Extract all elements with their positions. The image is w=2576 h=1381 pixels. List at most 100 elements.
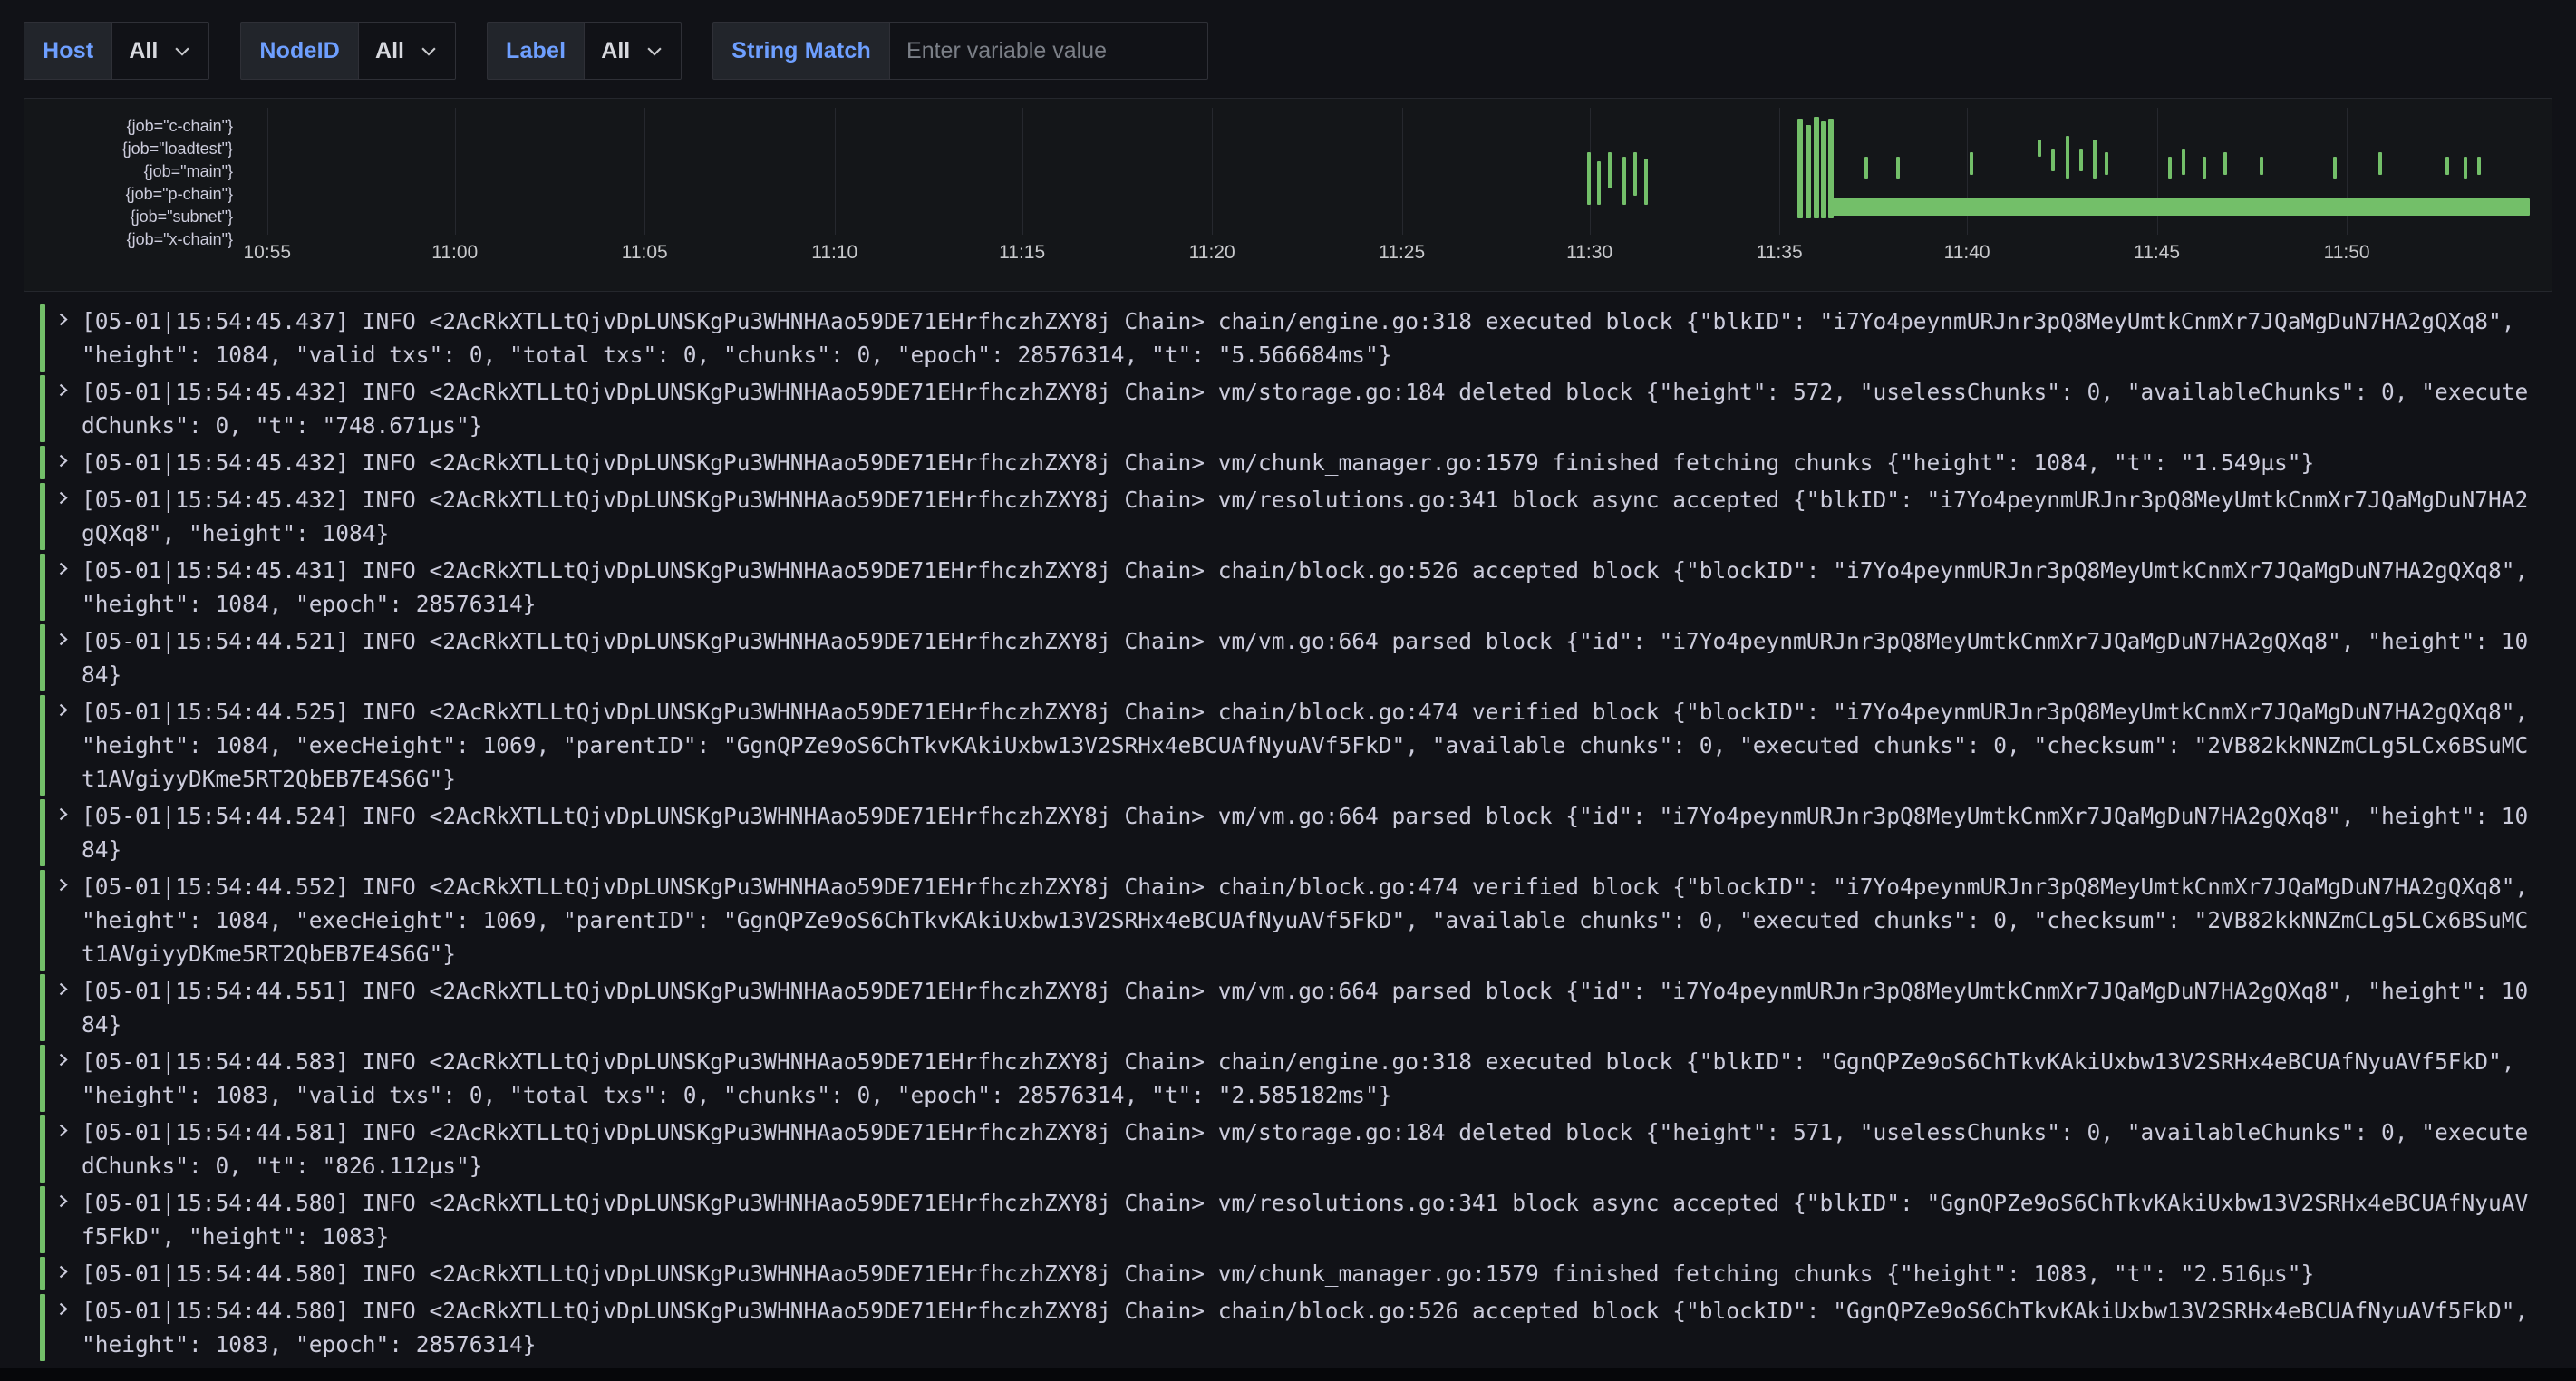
variable-host-select[interactable]: All <box>111 22 209 80</box>
log-row[interactable]: [05-01|15:54:44.580] INFO <2AcRkXTLLtQjv… <box>40 1257 2540 1290</box>
expand-chevron-icon[interactable] <box>54 1257 82 1290</box>
volume-bar <box>2105 152 2108 175</box>
expand-chevron-icon[interactable] <box>54 624 82 691</box>
expand-chevron-icon[interactable] <box>54 304 82 372</box>
legend-series-label[interactable]: {job="subnet"} <box>24 206 233 228</box>
expand-chevron-icon[interactable] <box>54 483 82 550</box>
log-level-indicator <box>40 375 45 442</box>
log-volume-plot[interactable] <box>242 113 2530 227</box>
volume-bar <box>1970 152 1973 175</box>
log-row[interactable]: [05-01|15:54:45.431] INFO <2AcRkXTLLtQjv… <box>40 554 2540 621</box>
log-level-indicator <box>40 1115 45 1183</box>
expand-chevron-icon[interactable] <box>54 695 82 796</box>
volume-bar <box>1587 152 1591 205</box>
volume-gridline <box>267 108 268 235</box>
chevron-down-icon <box>419 41 439 61</box>
legend-series-label[interactable]: {job="loadtest"} <box>24 138 233 160</box>
volume-gridline <box>1402 108 1403 235</box>
chevron-down-icon <box>644 41 664 61</box>
x-axis-tick-label: 11:25 <box>1379 242 1425 264</box>
volume-bar <box>1622 157 1626 205</box>
expand-chevron-icon[interactable] <box>54 1186 82 1253</box>
volume-x-axis: 10:5511:0011:0511:1011:1511:2011:2511:30… <box>242 242 2530 269</box>
volume-bar <box>2093 140 2097 179</box>
legend-series-label[interactable]: {job="main"} <box>24 160 233 183</box>
log-line-text: [05-01|15:54:45.432] INFO <2AcRkXTLLtQjv… <box>82 375 2540 442</box>
variable-host-value: All <box>129 38 158 64</box>
x-axis-tick-label: 11:10 <box>811 242 857 264</box>
expand-chevron-icon[interactable] <box>54 1115 82 1183</box>
volume-bar <box>1864 157 1868 179</box>
log-line-text: [05-01|15:54:44.580] INFO <2AcRkXTLLtQjv… <box>82 1257 2314 1290</box>
log-volume-panel: {job="c-chain"}{job="loadtest"}{job="mai… <box>24 98 2552 292</box>
log-row[interactable]: [05-01|15:54:45.432] INFO <2AcRkXTLLtQjv… <box>40 375 2540 442</box>
log-row[interactable]: [05-01|15:54:44.552] INFO <2AcRkXTLLtQjv… <box>40 870 2540 971</box>
log-row[interactable]: [05-01|15:54:45.432] INFO <2AcRkXTLLtQjv… <box>40 483 2540 550</box>
log-line-text: [05-01|15:54:44.552] INFO <2AcRkXTLLtQjv… <box>82 870 2540 971</box>
log-level-indicator <box>40 1294 45 1361</box>
variable-label-select[interactable]: All <box>584 22 682 80</box>
log-line-text: [05-01|15:54:44.580] INFO <2AcRkXTLLtQjv… <box>82 1294 2540 1361</box>
legend-series-label[interactable]: {job="x-chain"} <box>24 228 233 251</box>
log-row[interactable]: [05-01|15:54:44.524] INFO <2AcRkXTLLtQjv… <box>40 799 2540 866</box>
volume-bar <box>1814 117 1819 218</box>
variable-host: Host All <box>24 22 209 80</box>
chevron-down-icon <box>172 41 192 61</box>
log-row[interactable]: [05-01|15:54:44.581] INFO <2AcRkXTLLtQjv… <box>40 1115 2540 1183</box>
log-row[interactable]: [05-01|15:54:44.521] INFO <2AcRkXTLLtQjv… <box>40 624 2540 691</box>
log-row[interactable]: [05-01|15:54:44.525] INFO <2AcRkXTLLtQjv… <box>40 695 2540 796</box>
volume-bar <box>2464 157 2467 179</box>
volume-bar <box>1896 157 1900 179</box>
expand-chevron-icon[interactable] <box>54 870 82 971</box>
log-line-text: [05-01|15:54:44.525] INFO <2AcRkXTLLtQjv… <box>82 695 2540 796</box>
legend-series-label[interactable]: {job="p-chain"} <box>24 183 233 206</box>
expand-chevron-icon[interactable] <box>54 375 82 442</box>
volume-bar <box>2051 149 2055 171</box>
string-match-input[interactable] <box>889 22 1208 80</box>
log-row[interactable]: [05-01|15:54:44.551] INFO <2AcRkXTLLtQjv… <box>40 974 2540 1041</box>
volume-band <box>1828 198 2530 216</box>
bottom-scroll-track[interactable] <box>0 1368 2576 1381</box>
log-line-text: [05-01|15:54:45.437] INFO <2AcRkXTLLtQjv… <box>82 304 2540 372</box>
volume-bar <box>1644 159 1648 204</box>
expand-chevron-icon[interactable] <box>54 974 82 1041</box>
variable-nodeid-select[interactable]: All <box>358 22 456 80</box>
volume-gridline <box>1022 108 1023 235</box>
variable-nodeid-value: All <box>375 38 404 64</box>
log-level-indicator <box>40 624 45 691</box>
log-level-indicator <box>40 304 45 372</box>
variable-string-match: String Match <box>712 22 1208 80</box>
variable-string-match-label: String Match <box>712 22 889 80</box>
variable-nodeid-label: NodeID <box>240 22 358 80</box>
variable-nodeid: NodeID All <box>240 22 456 80</box>
volume-bar <box>1821 121 1826 218</box>
log-line-text: [05-01|15:54:44.581] INFO <2AcRkXTLLtQjv… <box>82 1115 2540 1183</box>
log-line-text: [05-01|15:54:44.580] INFO <2AcRkXTLLtQjv… <box>82 1186 2540 1253</box>
expand-chevron-icon[interactable] <box>54 1294 82 1361</box>
expand-chevron-icon[interactable] <box>54 799 82 866</box>
volume-bar <box>1597 161 1601 205</box>
log-line-text: [05-01|15:54:45.432] INFO <2AcRkXTLLtQjv… <box>82 483 2540 550</box>
volume-gridline <box>1779 108 1780 235</box>
x-axis-tick-label: 11:20 <box>1189 242 1235 264</box>
volume-gridline <box>644 108 645 235</box>
expand-chevron-icon[interactable] <box>54 1045 82 1112</box>
legend-series-label[interactable]: {job="c-chain"} <box>24 115 233 138</box>
expand-chevron-icon[interactable] <box>54 554 82 621</box>
volume-bar <box>2203 157 2206 179</box>
log-line-text: [05-01|15:54:45.432] INFO <2AcRkXTLLtQjv… <box>82 446 2314 479</box>
expand-chevron-icon[interactable] <box>54 446 82 479</box>
log-row[interactable]: [05-01|15:54:44.583] INFO <2AcRkXTLLtQjv… <box>40 1045 2540 1112</box>
volume-bar <box>2168 157 2172 179</box>
volume-bar <box>2182 149 2185 175</box>
log-row[interactable]: [05-01|15:54:45.437] INFO <2AcRkXTLLtQjv… <box>40 304 2540 372</box>
log-line-text: [05-01|15:54:44.524] INFO <2AcRkXTLLtQjv… <box>82 799 2540 866</box>
log-row[interactable]: [05-01|15:54:45.432] INFO <2AcRkXTLLtQjv… <box>40 446 2540 479</box>
log-row[interactable]: [05-01|15:54:44.580] INFO <2AcRkXTLLtQjv… <box>40 1294 2540 1361</box>
log-row[interactable]: [05-01|15:54:44.580] INFO <2AcRkXTLLtQjv… <box>40 1186 2540 1253</box>
x-axis-tick-label: 11:45 <box>2134 242 2180 264</box>
volume-gridline <box>1212 108 1213 235</box>
log-line-text: [05-01|15:54:44.551] INFO <2AcRkXTLLtQjv… <box>82 974 2540 1041</box>
x-axis-tick-label: 10:55 <box>243 242 291 264</box>
variable-host-label: Host <box>24 22 111 80</box>
